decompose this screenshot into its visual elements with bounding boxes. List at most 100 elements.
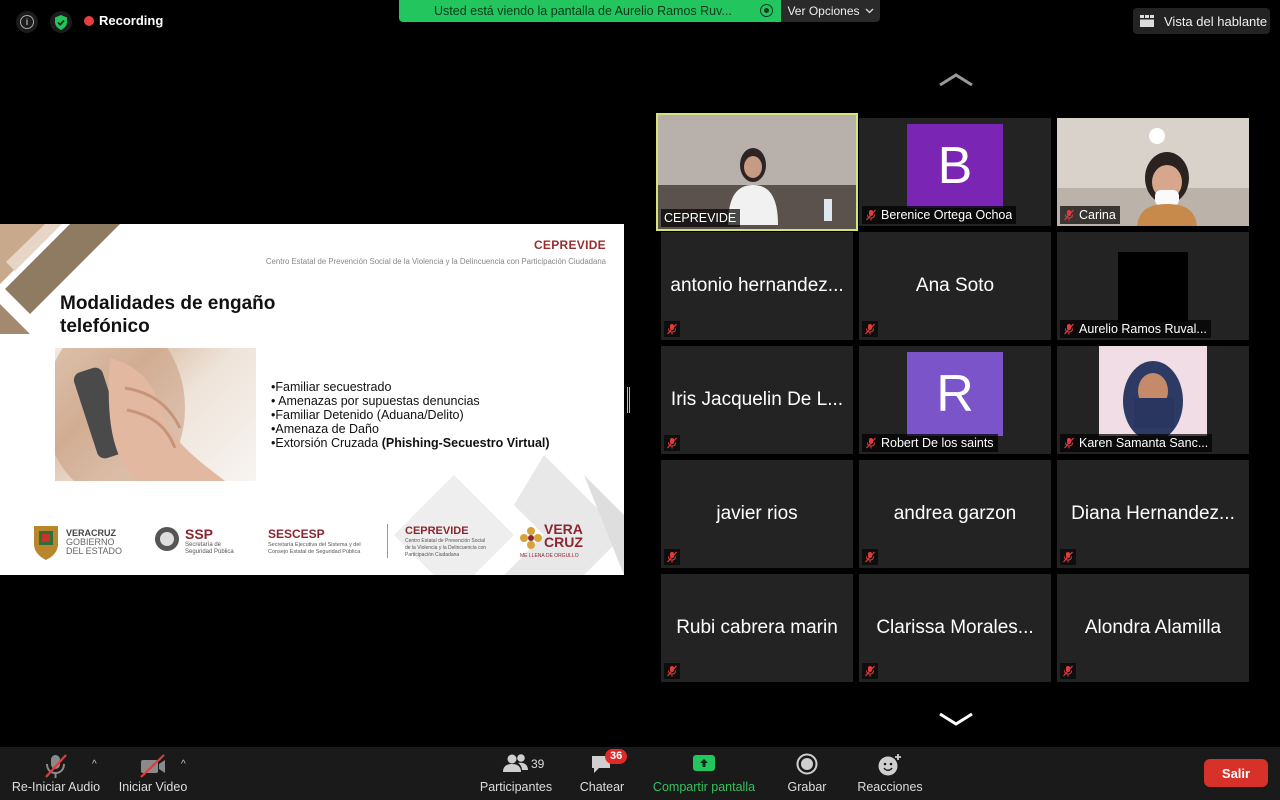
participant-name-text: javier rios — [716, 503, 798, 524]
muted-indicator — [862, 549, 878, 565]
logo-divider — [387, 524, 388, 558]
logo-cruz: CRUZ — [544, 534, 583, 550]
microphone-muted-icon — [1064, 209, 1074, 221]
speaker-view-label: Vista del hablante — [1164, 13, 1268, 29]
participant-name-text: Rubi cabrera marin — [676, 617, 838, 638]
participant-tile[interactable]: Clarissa Morales... — [859, 574, 1051, 682]
muted-indicator — [862, 663, 878, 679]
recording-indicator[interactable]: Recording — [84, 13, 163, 28]
participant-name-text: Alondra Alamilla — [1084, 617, 1222, 638]
gallery-down-arrow-icon[interactable] — [937, 711, 975, 727]
participant-tile[interactable]: Karen Samanta Sanc... — [1057, 346, 1249, 454]
audio-label: Re-Iniciar Audio — [11, 780, 101, 794]
veracruz-crest-icon — [34, 526, 58, 560]
leave-meeting-button[interactable]: Salir — [1204, 759, 1268, 787]
microphone-muted-icon — [45, 754, 67, 778]
bullet-text: •Extorsión Cruzada — [271, 436, 382, 450]
participant-tile[interactable]: Rubi cabrera marin — [661, 574, 853, 682]
split-view-resize-handle[interactable] — [627, 387, 630, 413]
participant-tile[interactable]: Iris Jacquelin De L... — [661, 346, 853, 454]
participant-tile[interactable]: andrea garzon — [859, 460, 1051, 568]
avatar-letter: B — [937, 137, 973, 195]
slide-subtitle: Centro Estatal de Prevención Social de l… — [265, 257, 606, 266]
reactions-button[interactable]: Reacciones — [852, 747, 928, 800]
avatar: B — [907, 124, 1003, 208]
audio-options-caret-icon[interactable]: ^ — [92, 759, 97, 770]
participant-name-label: Robert De los saints — [862, 434, 998, 452]
participants-label: Participantes — [479, 780, 553, 794]
participant-name-text: Ana Soto — [915, 275, 995, 296]
record-label: Grabar — [787, 780, 827, 794]
avatar: R — [907, 352, 1003, 436]
muted-indicator — [664, 663, 680, 679]
chat-label: Chatear — [579, 780, 625, 794]
microphone-muted-icon — [667, 323, 677, 335]
bullet-item: •Amenaza de Daño — [271, 422, 379, 436]
recording-label: Recording — [99, 13, 164, 28]
meeting-toolbar: Re-Iniciar Audio ^ Iniciar Video ^ Parti… — [0, 747, 1280, 800]
microphone-muted-icon — [1064, 437, 1074, 449]
video-button[interactable]: Iniciar Video — [114, 747, 192, 800]
participant-name-label: Berenice Ortega Ochoa — [862, 206, 1017, 224]
participant-tile[interactable]: CEPREVIDE — [656, 113, 858, 231]
participant-name-large: Rubi cabrera marin — [661, 574, 853, 682]
participant-name-text: Karen Samanta Sanc... — [1079, 436, 1209, 450]
sharing-status-icon — [760, 4, 773, 17]
logo-ceprevide-sub2: de la Violencia y la Delincuencia con — [405, 545, 487, 551]
audio-button[interactable]: Re-Iniciar Audio — [8, 747, 104, 800]
security-shield-button[interactable] — [50, 11, 72, 33]
gallery-up-arrow-icon[interactable] — [937, 72, 975, 88]
participant-tile[interactable]: R Robert De los saints — [859, 346, 1051, 454]
muted-indicator — [862, 321, 878, 337]
view-options-button[interactable]: Ver Opciones — [781, 0, 880, 22]
participant-name-large: Clarissa Morales... — [859, 574, 1051, 682]
video-label: Iniciar Video — [118, 780, 188, 794]
participant-tile[interactable]: Carina — [1057, 118, 1249, 226]
participant-name-large: Iris Jacquelin De L... — [661, 346, 853, 454]
participant-name-large: andrea garzon — [859, 460, 1051, 568]
share-screen-label: Compartir pantalla — [652, 780, 756, 794]
logo-veracruz-3: DEL ESTADO — [66, 546, 123, 556]
meeting-info-button[interactable]: i — [16, 11, 38, 33]
recording-dot-icon — [84, 15, 94, 26]
microphone-muted-icon — [1064, 323, 1074, 335]
participant-name-text: Berenice Ortega Ochoa — [881, 208, 1013, 222]
chevron-down-icon — [865, 8, 873, 14]
logo-ceprevide-sub3: Participación Ciudadana — [405, 552, 460, 558]
microphone-muted-icon — [866, 209, 876, 221]
participant-tile[interactable]: Alondra Alamilla — [1057, 574, 1249, 682]
participant-tile[interactable]: Ana Soto — [859, 232, 1051, 340]
participant-tile[interactable]: Diana Hernandez... — [1057, 460, 1249, 568]
microphone-muted-icon — [1063, 551, 1073, 563]
participant-tile[interactable]: antonio hernandez... — [661, 232, 853, 340]
top-bar: i Recording Usted está viendo la pantall… — [0, 0, 1280, 42]
speaker-view-button[interactable]: Vista del hablante — [1133, 8, 1270, 34]
grid-view-icon — [1140, 15, 1154, 27]
muted-indicator — [1060, 549, 1076, 565]
microphone-muted-icon — [865, 323, 875, 335]
participant-name-text: Iris Jacquelin De L... — [670, 389, 844, 410]
record-icon — [796, 753, 818, 775]
participant-name-label: Karen Samanta Sanc... — [1060, 434, 1213, 452]
participant-tile[interactable]: javier rios — [661, 460, 853, 568]
logo-vera-sub: ME LLENA DE ORGULLO — [520, 553, 579, 559]
logo-ssp-sub2: Seguridad Pública — [185, 549, 234, 555]
participant-name-text: antonio hernandez... — [670, 275, 844, 296]
participants-icon — [503, 754, 528, 772]
participant-name-label: Carina — [1060, 206, 1120, 224]
video-options-caret-icon[interactable]: ^ — [181, 759, 186, 770]
record-button[interactable]: Grabar — [780, 747, 834, 800]
participant-name-text: Robert De los saints — [881, 436, 994, 450]
reaction-smiley-icon — [878, 754, 901, 776]
participant-name-large: antonio hernandez... — [661, 232, 853, 340]
ssp-seal-icon — [155, 527, 179, 551]
share-banner-text: Usted está viendo la pantalla de Aurelio… — [434, 4, 732, 18]
participants-button[interactable]: Participantes — [476, 747, 556, 800]
participant-name-label: CEPREVIDE — [661, 209, 741, 227]
participant-tile[interactable]: B Berenice Ortega Ochoa — [859, 118, 1051, 226]
share-screen-button[interactable]: Compartir pantalla — [646, 747, 762, 800]
slide-title-line2: telefónico — [60, 316, 150, 337]
slide-title-line1: Modalidades de engaño — [60, 293, 276, 314]
participant-tile[interactable]: Aurelio Ramos Ruval... — [1057, 232, 1249, 340]
logo-sescesp: SESCESP — [268, 527, 325, 541]
